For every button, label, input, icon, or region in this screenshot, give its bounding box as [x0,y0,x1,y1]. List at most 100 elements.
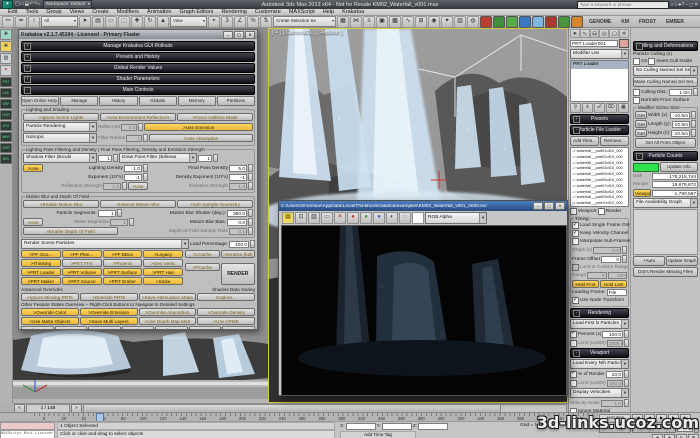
x-coordinate-field[interactable] [345,423,376,430]
reflect-strength-field[interactable]: 0.5 [121,123,138,131]
add-time-tag[interactable]: Add Time Tag [340,431,416,438]
select-place-icon[interactable]: ⌖ [208,15,220,28]
expand-icon[interactable]: + [573,116,580,123]
mirror-icon[interactable]: ⋈ [350,15,362,28]
toggle-button[interactable]: >Force Additive Mode [177,113,253,121]
show-end-result-icon[interactable]: Ⅱ [582,103,593,113]
menu-item[interactable]: Help [319,9,338,16]
culling-dist-field[interactable]: 1.0m [668,88,692,96]
expand-icon[interactable]: + [24,76,31,83]
viewport-checkbox[interactable] [570,208,577,215]
modifier-stack[interactable]: PRT Loader [570,60,629,102]
spinner[interactable] [691,129,696,137]
minimize-icon[interactable]: – [685,2,688,7]
particle-file-row[interactable]: -> waterfall__part02of10_000 [571,154,628,160]
override-button[interactable]: >Override PRTs [79,293,138,301]
select-rotate-icon[interactable]: ↻ [144,15,156,28]
draw-filter-size-field[interactable]: 1 [198,154,212,162]
update-graph-button[interactable]: Update Graph [666,256,698,266]
krakatoa-bottom-tab[interactable]: Schematic [21,326,54,329]
shadow-filter-dropdown[interactable]: Shadow Filter (Bicubi [23,153,97,163]
krakatoa-nav-tab[interactable]: Partitions [216,96,256,106]
render-button[interactable]: RENDER [220,263,255,285]
particle-source-toggle[interactable]: >PRT FFX [61,259,102,267]
particle-source-toggle[interactable]: >Stoke [143,277,183,285]
prt-shelf-icon[interactable]: PRT [0,77,12,87]
particle-source-toggle[interactable]: >PRT Source [61,277,102,285]
prt-shelf-icon[interactable]: DEL [0,154,12,164]
utilities-tab-icon[interactable]: ✛ [619,29,629,38]
spinner[interactable] [248,209,253,217]
spinner[interactable] [624,370,629,378]
spinner[interactable] [622,255,627,263]
menu-item[interactable]: Graph Editors [176,9,218,16]
krakatoa-red-icon[interactable] [480,15,492,28]
vp-limit-field[interactable]: 100.0 [606,379,623,387]
prt-shelf-icon[interactable]: HTX [0,121,12,131]
render-setup-icon[interactable]: ✦ [441,15,453,28]
vfb-title-bar[interactable]: C:\Users\Shoreline\AppData\Local\Thinkbo… [279,201,567,211]
feature-override-button[interactable]: >Use Depth Map Matt [138,317,197,325]
collapse-icon[interactable]: - [573,310,580,317]
spinner[interactable] [250,240,255,248]
use-emission-button[interactable]: >Use Emission [144,123,253,131]
toggle-button[interactable]: >Use Environment Reflections [100,113,176,121]
viewport-load-mode-dropdown[interactable]: Load Every Nth Particle [570,359,629,369]
shadow-filter-size-field[interactable]: 1 [98,154,112,162]
feature-override-button[interactable]: >Use APME [197,317,255,325]
override-button[interactable]: >Save Attenuation Maps [138,293,197,301]
align-icon[interactable]: ≡ [363,15,375,28]
percent-checkbox[interactable] [570,330,577,338]
feature-override-button[interactable]: >Override Density [197,308,255,316]
motion-toggle-button[interactable]: >Sub Sample Geometry [177,200,253,208]
plugin-toolbar-label[interactable]: GENOME [589,19,611,25]
window-control-icon[interactable]: ▢ [544,202,554,210]
use-matte-segments-button[interactable]: >Use [23,218,43,226]
angle-snap-icon[interactable]: ∠ [234,15,246,28]
krakatoa-nav-tab[interactable]: Memory [177,96,216,106]
rollout-header[interactable]: + Global Render Values [21,63,255,73]
auto-button[interactable]: +Auto [633,256,665,266]
ember-red-icon[interactable] [545,15,557,28]
particle-source-toggle[interactable]: >PRT Surface [102,268,143,276]
select-and-link-icon[interactable]: ⚯ [2,15,14,28]
spinner[interactable] [116,209,122,217]
normals-checkbox[interactable] [633,97,640,104]
lighting-density-field[interactable]: 1.0 [124,164,142,172]
particle-segments-field[interactable]: 1 [97,209,116,217]
clone-window-icon[interactable]: ⊡ [295,211,307,224]
particle-source-toggle[interactable]: >PRT Loader [21,268,61,276]
collapse-icon[interactable]: - [636,153,643,160]
alpha-channel-icon[interactable]: ○ [399,211,411,224]
krakatoa-bottom-tab[interactable]: Explorers [121,326,155,329]
remove-modifier-icon[interactable]: ⌦ [606,103,617,113]
particle-file-loader-rollout[interactable]: - Particle File Loader [570,125,629,135]
channel-dropdown[interactable]: RGB Alpha [425,211,487,224]
particle-source-toggle[interactable]: >PRT Volume [61,268,102,276]
motion-toggle-button[interactable]: >Enable Motion Blur [23,200,99,208]
toggle-button[interactable]: >Ignore Scene Lights [23,113,99,121]
krakatoa-green-icon[interactable] [493,15,505,28]
gizmo-size-field[interactable]: 10.5m [671,120,690,128]
dont-render-missing-button[interactable]: Don't Render Missing Files [633,267,698,277]
spinner[interactable] [624,379,629,387]
rollout-header[interactable]: + Presets and History [21,52,255,62]
phase-function-dropdown[interactable]: Isotropic [23,133,97,143]
select-move-icon[interactable]: ✚ [131,15,143,28]
plugin-toolbar-label[interactable]: EMBER [666,19,684,25]
prt-shelf-icon[interactable]: SRF [0,99,12,109]
edit-named-selections-icon[interactable]: ▦ [337,15,349,28]
spinner[interactable] [248,218,253,226]
prt-shelf-icon[interactable]: VOL [0,88,12,98]
monochrome-channel-icon[interactable]: ◐ [386,211,398,224]
limit-checkbox[interactable] [570,339,577,347]
deadline-orange-icon[interactable] [571,15,583,28]
availability-graph-list[interactable] [633,209,698,255]
window-control-icon[interactable]: ✕ [555,202,565,210]
orbit-view-icon[interactable]: ↻ [676,434,687,438]
select-object-icon[interactable]: ➤ [79,15,91,28]
filter-radius-field[interactable]: 1 [125,134,142,142]
save-image-icon[interactable]: ▦ [282,211,294,224]
frost-light-icon[interactable] [532,15,544,28]
culling-selset-dropdown[interactable]: No Culling Named Sel Set [633,66,698,76]
